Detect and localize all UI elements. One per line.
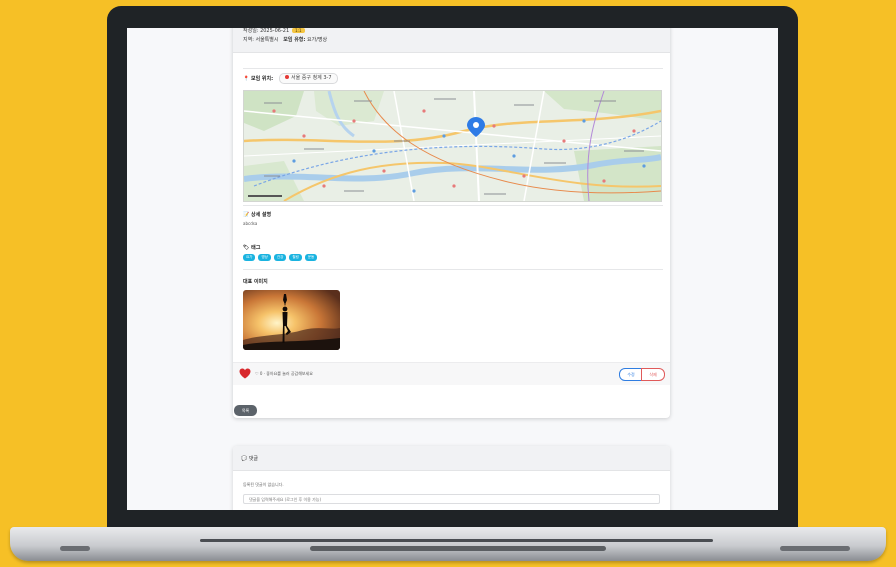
laptop-frame: 작성일: 2025-06-21 1:1 지역: 서울특별시 모임 유형: 요가/명…	[0, 0, 896, 567]
base-foot-left	[60, 546, 90, 551]
category-label: 모임 유형:	[283, 37, 306, 43]
heart-icon[interactable]	[239, 368, 251, 379]
region-text: 지역: 서울특별시	[243, 37, 279, 43]
map-tiles	[244, 91, 661, 201]
location-address: 서울 중구 청계 3-7	[291, 75, 332, 81]
comment-input[interactable]: 댓글을 입력해주세요 (로그인 후 이용 가능)	[243, 494, 660, 504]
base-foot-right	[780, 546, 850, 551]
post-header: 작성일: 2025-06-21 1:1 지역: 서울특별시 모임 유형: 요가/명…	[233, 28, 670, 53]
laptop-base	[10, 527, 886, 561]
main-image	[243, 290, 340, 350]
screen: 작성일: 2025-06-21 1:1 지역: 서울특별시 모임 유형: 요가/명…	[127, 28, 778, 510]
tag-chip[interactable]: 요가	[243, 254, 256, 261]
post-meta: 지역: 서울특별시 모임 유형: 요가/명상	[243, 36, 327, 43]
divider	[243, 205, 663, 206]
base-notch	[310, 546, 606, 551]
tag-list: 요가 명상 건강 힐링 운동	[243, 254, 318, 261]
no-comments-text: 등록된 댓글이 없습니다.	[243, 482, 284, 487]
description-label: 📝 상세 설명	[243, 212, 272, 218]
tags-label: 🏷 태그	[243, 245, 261, 251]
divider	[243, 269, 663, 270]
tag-chip[interactable]: 명상	[258, 254, 271, 261]
location-label: 📍 모임 위치:	[243, 76, 274, 82]
tag-chip[interactable]: 운동	[304, 254, 318, 261]
comment-section: 💬 댓글 등록된 댓글이 없습니다. 댓글을 입력해주세요 (로그인 후 이용 …	[233, 446, 670, 510]
description-text: abcdsa	[243, 221, 258, 226]
post-detail-card: 작성일: 2025-06-21 1:1 지역: 서울특별시 모임 유형: 요가/명…	[233, 28, 670, 418]
list-button[interactable]: 목록	[234, 405, 257, 416]
map-scale-bar	[248, 195, 282, 197]
base-groove	[200, 539, 713, 542]
comment-header: 💬 댓글	[233, 446, 670, 471]
edit-button[interactable]: 수정	[619, 368, 643, 381]
map-view[interactable]	[243, 90, 662, 202]
comment-title: 💬 댓글	[241, 456, 259, 462]
post-footer: ♡ 0 · 좋아요를 눌러 공감해보세요 수정 삭제	[233, 362, 670, 385]
divider	[243, 68, 663, 69]
yoga-photo	[243, 290, 340, 350]
like-text: ♡ 0 · 좋아요를 눌러 공감해보세요	[255, 371, 313, 376]
main-image-label: 대표 이미지	[243, 279, 268, 285]
category-value: 요가/명상	[307, 37, 328, 43]
tag-chip[interactable]: 건강	[273, 254, 287, 261]
map-pin-icon	[285, 75, 289, 79]
date-badge: 1:1	[292, 28, 305, 33]
post-date-text: 작성일: 2025-06-21	[243, 28, 290, 34]
tag-chip[interactable]: 힐링	[289, 254, 302, 261]
location-chip[interactable]: 서울 중구 청계 3-7	[279, 73, 338, 84]
delete-button[interactable]: 삭제	[641, 368, 665, 381]
post-date: 작성일: 2025-06-21 1:1	[243, 28, 305, 34]
